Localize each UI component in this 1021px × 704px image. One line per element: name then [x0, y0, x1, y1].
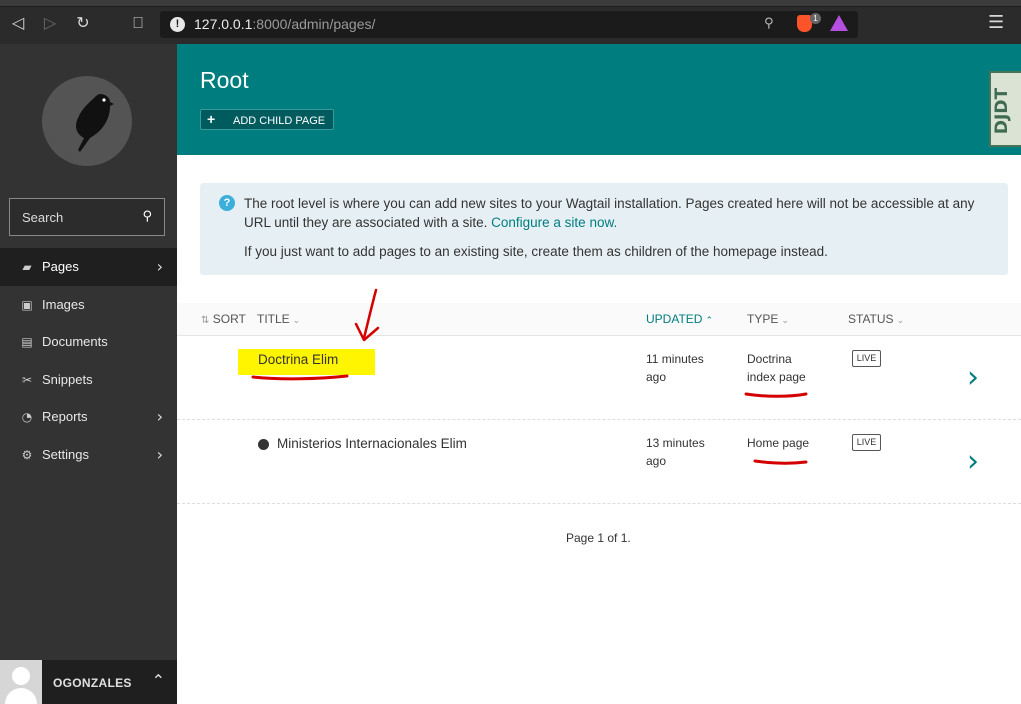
account-menu[interactable]: OGONZALES ⌃	[0, 660, 177, 704]
url-text[interactable]: 127.0.0.1:8000/admin/pages/	[194, 16, 375, 32]
page-title-link[interactable]: Doctrina Elim	[258, 352, 338, 367]
sidebar-item-snippets[interactable]: ✂ Snippets	[0, 361, 177, 399]
chevron-right-icon[interactable]: ›	[967, 444, 979, 479]
globe-icon	[258, 439, 269, 450]
search-icon[interactable]: ⚲	[142, 209, 152, 224]
updated-value: 13 minutes	[646, 436, 705, 450]
column-title[interactable]: TITLE ⌄	[257, 312, 300, 326]
address-bar[interactable]: ! 127.0.0.1:8000/admin/pages/ ⚲ 1	[160, 11, 858, 38]
page-header: Root + ADD CHILD PAGE	[177, 44, 1021, 155]
sort-label: SORT	[212, 312, 246, 326]
sidebar-search[interactable]: Search ⚲	[9, 198, 165, 236]
updated-cell: 13 minutes ago	[646, 434, 705, 470]
add-child-page-button[interactable]: + ADD CHILD PAGE	[200, 109, 335, 130]
shields-count-badge: 1	[810, 13, 821, 24]
column-updated-label: UPDATED	[646, 312, 703, 326]
type-value-2: index page	[747, 370, 806, 384]
listing-header: ⇅ SORT TITLE ⌄ UPDATED ⌃ TYPE ⌄ STATUS ⌄	[177, 303, 1021, 336]
sidebar-item-documents[interactable]: ▤ Documents	[0, 323, 177, 361]
sidebar-item-images[interactable]: ▣ Images	[0, 286, 177, 324]
column-status-label: STATUS	[848, 312, 894, 326]
tab-strip	[0, 0, 1021, 7]
brave-rewards-icon[interactable]	[830, 15, 848, 31]
sidebar-item-label: Documents	[42, 334, 108, 349]
zoom-icon[interactable]: ⚲	[764, 16, 774, 31]
folder-icon: ▰	[22, 260, 32, 274]
table-row[interactable]: Ministerios Internacionales Elim 13 minu…	[177, 420, 1021, 504]
pagination: Page 1 of 1.	[566, 531, 631, 545]
chevron-right-icon[interactable]: ›	[967, 360, 979, 395]
sidebar-item-label: Settings	[42, 447, 89, 462]
snippet-icon: ✂	[21, 373, 33, 387]
avatar-body-shape	[5, 688, 37, 704]
help-icon: ?	[219, 195, 235, 211]
site-info-icon[interactable]: !	[170, 17, 185, 32]
sidebar-item-label: Snippets	[42, 372, 93, 387]
forward-icon[interactable]: ▷	[40, 13, 60, 33]
search-label: Search	[22, 210, 64, 225]
updated-suffix: ago	[646, 454, 667, 468]
chevron-right-icon: ›	[156, 257, 163, 276]
image-icon: ▣	[21, 298, 33, 312]
back-icon[interactable]: ◁	[8, 13, 28, 33]
sidebar-item-reports[interactable]: ◔ Reports ›	[0, 398, 177, 436]
updated-suffix: ago	[646, 370, 667, 384]
type-value: Home page	[747, 436, 810, 450]
configure-site-link[interactable]: Configure a site now.	[491, 215, 617, 230]
root-help-message: ? The root level is where you can add ne…	[200, 183, 1008, 275]
sidebar-item-label: Reports	[42, 409, 88, 424]
browser-toolbar: ◁ ▷ ↻ ⎕ ! 127.0.0.1:8000/admin/pages/ ⚲ …	[0, 0, 1021, 44]
sidebar-item-label: Pages	[42, 259, 79, 274]
avatar	[0, 660, 42, 704]
status-badge: LIVE	[852, 434, 881, 451]
column-type[interactable]: TYPE ⌄	[747, 312, 789, 326]
status-badge: LIVE	[852, 350, 881, 367]
help-text-1: The root level is where you can add new …	[244, 194, 994, 232]
doc-icon: ▤	[21, 335, 33, 349]
debug-toolbar-handle[interactable]: DJDT	[989, 71, 1021, 147]
chevron-down-icon: ⌄	[292, 316, 301, 326]
chevron-down-icon: ⌄	[781, 316, 789, 326]
chevron-right-icon: ›	[156, 445, 163, 464]
column-title-label: TITLE	[257, 312, 290, 326]
wagtail-logo[interactable]	[42, 76, 132, 166]
updated-value: 11 minutes	[646, 352, 704, 366]
reports-icon: ◔	[21, 410, 33, 424]
plus-icon: +	[207, 111, 216, 127]
bookmark-icon[interactable]: ⎕	[128, 13, 148, 33]
cogs-icon: ⚙	[21, 448, 33, 462]
help-text-2: If you just want to add pages to an exis…	[244, 244, 828, 259]
type-cell: Doctrina index page	[747, 350, 806, 386]
sort-toggle[interactable]: ⇅ SORT	[201, 312, 246, 326]
sort-icon: ⇅	[201, 315, 210, 326]
debug-toolbar-label: DJDT	[992, 87, 1013, 135]
column-updated[interactable]: UPDATED ⌃	[646, 312, 713, 326]
avatar-head-shape	[12, 667, 30, 685]
chevron-up-icon: ⌃	[705, 316, 713, 326]
account-name: OGONZALES	[53, 676, 132, 690]
chevron-down-icon: ⌄	[896, 316, 905, 326]
table-row[interactable]: Doctrina Elim 11 minutes ago Doctrina inde…	[177, 336, 1021, 420]
chevron-up-icon[interactable]: ⌃	[152, 671, 165, 690]
page-title-link[interactable]: Ministerios Internacionales Elim	[277, 436, 467, 451]
column-status[interactable]: STATUS ⌄	[848, 312, 904, 326]
sidebar-item-pages[interactable]: ▰ Pages ›	[0, 248, 177, 286]
sidebar-item-settings[interactable]: ⚙ Settings ›	[0, 436, 177, 474]
type-cell: Home page	[747, 434, 809, 452]
reload-icon[interactable]: ↻	[73, 13, 93, 33]
page-title: Root	[200, 67, 249, 93]
updated-cell: 11 minutes ago	[646, 350, 704, 386]
sidebar-item-label: Images	[42, 297, 85, 312]
sidebar: Search ⚲ ▰ Pages › ▣ Images ▤ Documents …	[0, 44, 177, 704]
wagtail-bird-icon	[76, 94, 114, 152]
hamburger-menu-icon[interactable]: ☰	[988, 12, 1004, 33]
column-type-label: TYPE	[747, 312, 779, 326]
type-value: Doctrina	[747, 352, 792, 366]
chevron-right-icon: ›	[156, 407, 163, 426]
add-child-page-label: ADD CHILD PAGE	[233, 115, 326, 127]
